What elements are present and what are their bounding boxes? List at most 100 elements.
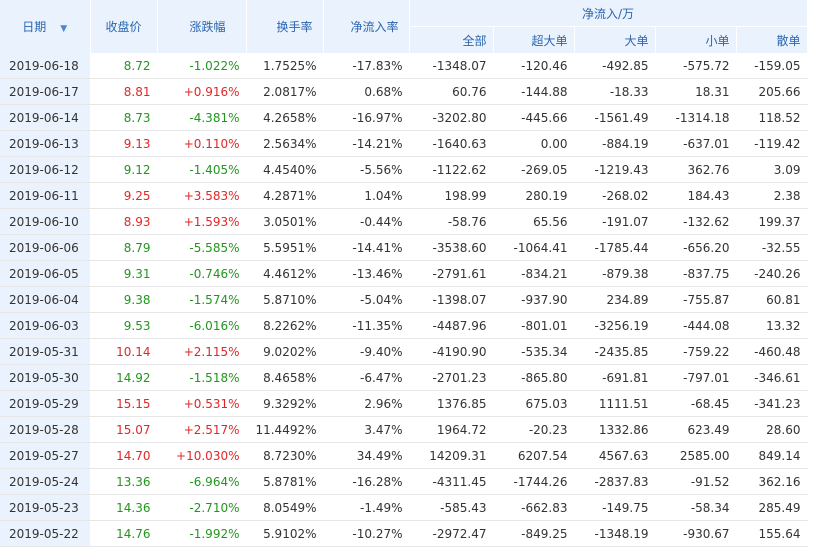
sort-down-icon[interactable]: ▼ [60,24,67,34]
cell-turnover: 5.8781% [246,468,324,495]
cell-net-rate: -11.35% [323,312,410,339]
cell-change: -1.992% [157,520,247,547]
cell-big: -149.75 [574,494,656,521]
cell-retail: -240.26 [736,260,808,287]
cell-retail: 285.49 [736,494,808,521]
cell-net-rate: -13.46% [323,260,410,287]
cell-all: -1398.07 [409,286,494,313]
table-row: 2019-06-14 8.73 -4.381% 4.2658% -16.97% -3202… [0,104,808,131]
cell-all: -3202.80 [409,104,494,131]
cell-close: 14.76 [90,520,158,547]
cell-small: -637.01 [655,130,737,157]
cell-date: 2019-06-04 [0,286,91,313]
cell-turnover: 1.7525% [246,53,324,79]
cell-net-rate: 2.96% [323,390,410,417]
cell-net-rate: -17.83% [323,53,410,79]
header-super-big[interactable]: 超大单 [493,26,575,53]
cell-super-big: 280.19 [493,182,575,209]
cell-small: -759.22 [655,338,737,365]
cell-change: -0.746% [157,260,247,287]
table-row: 2019-06-13 9.13 +0.110% 2.5634% -14.21% -1640… [0,130,808,157]
cell-turnover: 5.9102% [246,520,324,547]
cell-net-rate: 0.68% [323,78,410,105]
cell-big: 4567.63 [574,442,656,469]
cell-big: -879.38 [574,260,656,287]
cell-big: -2837.83 [574,468,656,495]
cell-date: 2019-05-22 [0,520,91,547]
table-row: 2019-06-03 9.53 -6.016% 8.2262% -11.35% -4487… [0,312,808,339]
cell-small: 623.49 [655,416,737,443]
cell-net-rate: -16.97% [323,104,410,131]
cell-turnover: 9.0202% [246,338,324,365]
cell-change: -4.381% [157,104,247,131]
cell-net-rate: -14.41% [323,234,410,261]
cell-small: -930.67 [655,520,737,547]
cell-all: -1122.62 [409,156,494,183]
header-close[interactable]: 收盘价 [90,0,158,53]
table-header: 日期 ▼ 收盘价 涨跌幅 换手率 净流入率 净流入/万 全部 超大单 大单 小单 … [0,0,808,53]
cell-big: -2435.85 [574,338,656,365]
cell-super-big: 675.03 [493,390,575,417]
header-all[interactable]: 全部 [409,26,494,53]
cell-super-big: -144.88 [493,78,575,105]
cell-super-big: -801.01 [493,312,575,339]
cell-retail: 3.09 [736,156,808,183]
cell-small: -58.34 [655,494,737,521]
cell-all: -4487.96 [409,312,494,339]
cell-super-big: -535.34 [493,338,575,365]
header-small[interactable]: 小单 [655,26,737,53]
cell-big: -18.33 [574,78,656,105]
header-date[interactable]: 日期 ▼ [0,0,91,53]
cell-all: 60.76 [409,78,494,105]
cell-small: 184.43 [655,182,737,209]
cell-big: -492.85 [574,53,656,79]
cell-retail: -341.23 [736,390,808,417]
cell-big: -191.07 [574,208,656,235]
cell-close: 9.31 [90,260,158,287]
cell-change: -6.016% [157,312,247,339]
header-turnover[interactable]: 换手率 [246,0,324,53]
cell-super-big: 65.56 [493,208,575,235]
table-row: 2019-06-04 9.38 -1.574% 5.8710% -5.04% -1398.… [0,286,808,313]
header-retail[interactable]: 散单 [736,26,808,53]
table-row: 2019-05-29 15.15 +0.531% 9.3292% 2.96% 1376.8… [0,390,808,417]
cell-turnover: 8.7230% [246,442,324,469]
cell-small: 18.31 [655,78,737,105]
cell-turnover: 5.5951% [246,234,324,261]
cell-net-rate: -1.49% [323,494,410,521]
cell-super-big: -445.66 [493,104,575,131]
header-net-rate[interactable]: 净流入率 [323,0,410,53]
cell-date: 2019-05-24 [0,468,91,495]
cell-change: -2.710% [157,494,247,521]
table-row: 2019-06-10 8.93 +1.593% 3.0501% -0.44% -58.76… [0,208,808,235]
cell-super-big: -1744.26 [493,468,575,495]
cell-turnover: 4.4540% [246,156,324,183]
cell-super-big: -20.23 [493,416,575,443]
cell-all: 14209.31 [409,442,494,469]
cell-date: 2019-06-12 [0,156,91,183]
cell-date: 2019-06-11 [0,182,91,209]
cell-date: 2019-05-30 [0,364,91,391]
cell-all: -2972.47 [409,520,494,547]
cell-big: -1785.44 [574,234,656,261]
cell-super-big: -937.90 [493,286,575,313]
cell-retail: 118.52 [736,104,808,131]
table-row: 2019-05-24 13.36 -6.964% 5.8781% -16.28% -431… [0,468,808,495]
cell-date: 2019-06-10 [0,208,91,235]
header-change[interactable]: 涨跌幅 [157,0,247,53]
cell-retail: 205.66 [736,78,808,105]
header-big[interactable]: 大单 [574,26,656,53]
cell-date: 2019-05-23 [0,494,91,521]
cell-super-big: -120.46 [493,53,575,79]
cell-close: 8.72 [90,53,158,79]
table-row: 2019-05-28 15.07 +2.517% 11.4492% 3.47% 1964.… [0,416,808,443]
cell-super-big: -849.25 [493,520,575,547]
cell-all: -3538.60 [409,234,494,261]
cell-small: -68.45 [655,390,737,417]
cell-close: 9.13 [90,130,158,157]
cell-super-big: -662.83 [493,494,575,521]
cell-retail: -346.61 [736,364,808,391]
cell-close: 9.25 [90,182,158,209]
cell-small: -575.72 [655,53,737,79]
cell-change: +2.115% [157,338,247,365]
